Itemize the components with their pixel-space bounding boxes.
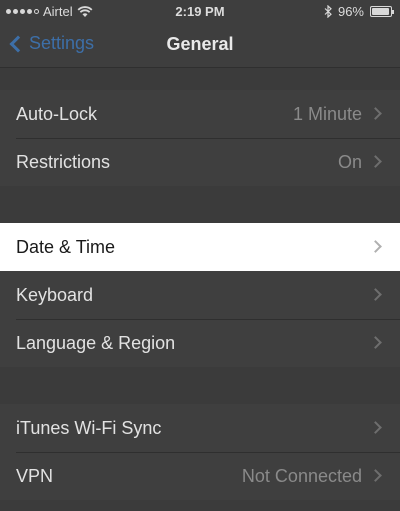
navigation-bar: Settings General <box>0 22 400 68</box>
page-title: General <box>166 34 234 54</box>
row-label: Date & Time <box>16 236 116 257</box>
row-label: Language & Region <box>16 332 176 353</box>
chevron-right-icon <box>369 469 382 482</box>
row-value: On <box>337 151 362 172</box>
row-label: Restrictions <box>16 151 111 172</box>
battery-fill <box>372 8 390 15</box>
row-auto-lock[interactable]: Auto-Lock 1 Minute <box>0 90 400 138</box>
row-value: 1 Minute <box>292 103 362 124</box>
bluetooth-icon <box>324 5 332 18</box>
chevron-right-icon <box>369 288 382 301</box>
chevron-right-icon <box>369 107 382 120</box>
settings-group-lock: Auto-Lock 1 Minute Restrictions On <box>0 90 400 186</box>
row-restrictions[interactable]: Restrictions On <box>0 138 400 186</box>
battery-icon <box>370 6 394 17</box>
chevron-right-icon <box>369 421 382 434</box>
row-label: VPN <box>16 465 54 486</box>
row-keyboard[interactable]: Keyboard <box>0 271 400 319</box>
status-right: 96% <box>324 4 394 19</box>
row-vpn[interactable]: VPN Not Connected <box>0 452 400 500</box>
row-language-region[interactable]: Language & Region <box>0 319 400 367</box>
row-label: Auto-Lock <box>16 103 98 124</box>
row-label: Keyboard <box>16 284 94 305</box>
row-label: iTunes Wi-Fi Sync <box>16 417 162 438</box>
chevron-right-icon <box>369 155 382 168</box>
settings-group-network: iTunes Wi-Fi Sync VPN Not Connected <box>0 404 400 500</box>
settings-group-locale: Date & Time Keyboard Language & Region <box>0 223 400 367</box>
battery-percent: 96% <box>337 4 364 19</box>
row-value: Not Connected <box>241 465 362 486</box>
row-itunes-wifi-sync[interactable]: iTunes Wi-Fi Sync <box>0 404 400 452</box>
chevron-right-icon <box>369 240 382 253</box>
chevron-right-icon <box>369 336 382 349</box>
row-date-time[interactable]: Date & Time <box>0 223 400 271</box>
status-bar: Airtel 2:19 PM 96% <box>0 0 400 22</box>
